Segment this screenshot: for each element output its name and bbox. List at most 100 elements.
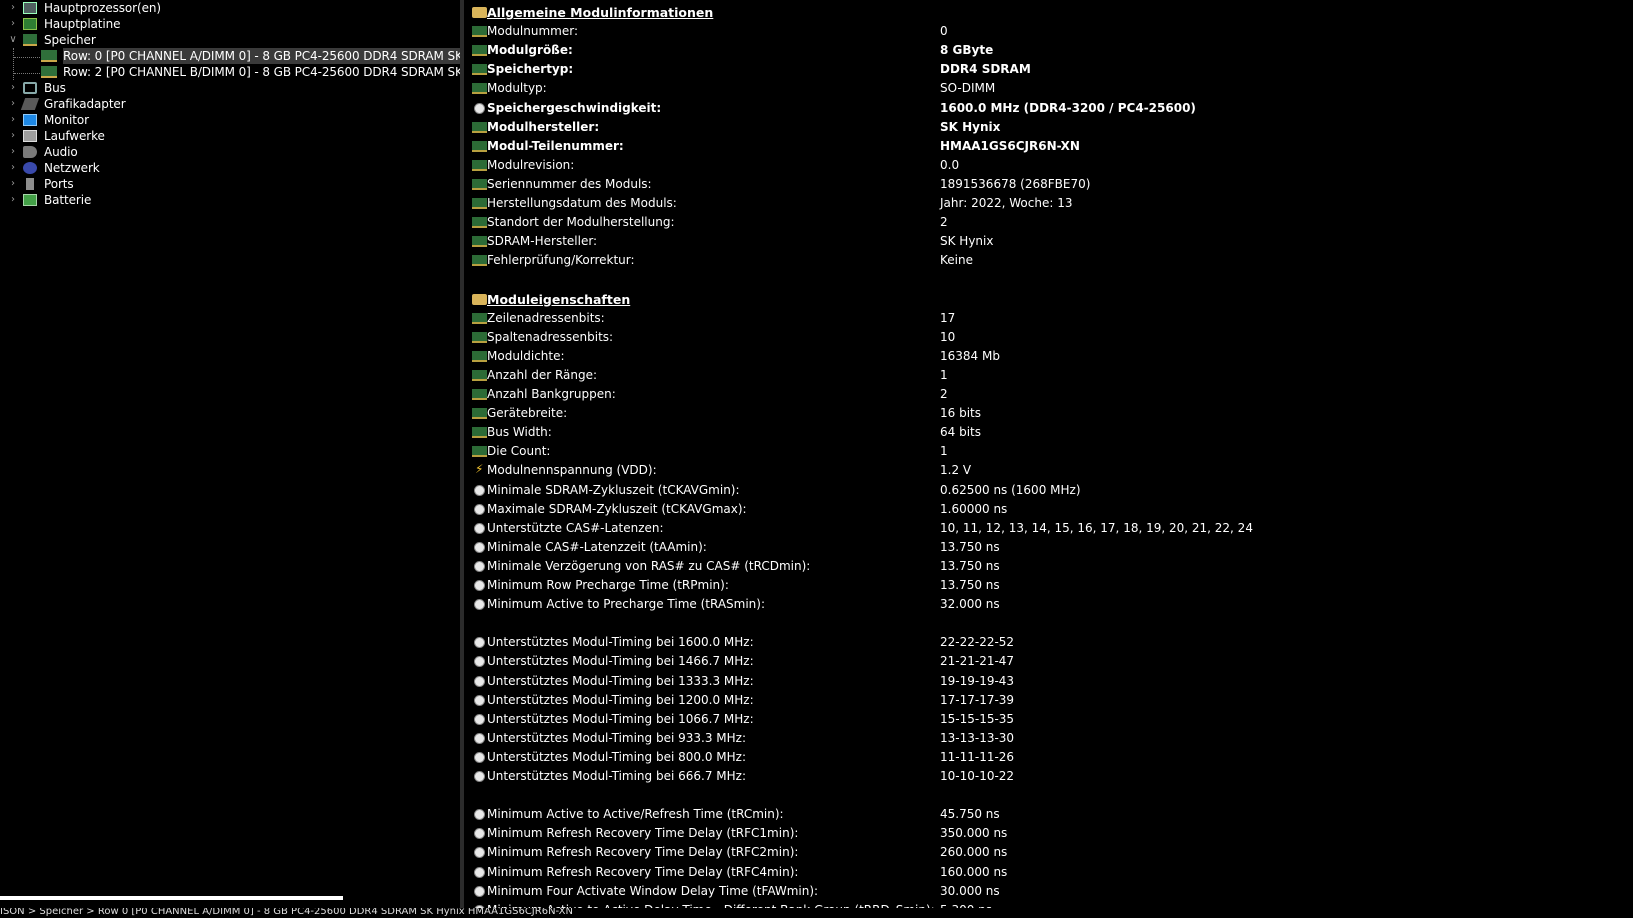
clock-icon [474, 504, 485, 515]
details-panel[interactable]: Allgemeine Modulinformationen Modulnummer… [464, 0, 1633, 908]
tree-item-label: Batterie [44, 193, 92, 207]
network-icon [23, 162, 37, 174]
property-field: Minimale SDRAM-Zykluszeit (tCKAVGmin): [487, 483, 740, 497]
ram-module-icon [472, 198, 487, 209]
ram-module-icon [472, 313, 487, 324]
property-field: Maximale SDRAM-Zykluszeit (tCKAVGmax): [487, 502, 747, 516]
chevron-right-icon[interactable]: › [8, 176, 18, 192]
property-value: 45.750 ns [940, 807, 1000, 821]
property-value: 1.60000 ns [940, 502, 1008, 516]
chevron-right-icon[interactable]: › [8, 112, 18, 128]
tree-horizontal-scrollbar[interactable] [0, 896, 343, 900]
property-field: Speichertyp: [487, 62, 574, 76]
tree-item-label: Hauptplatine [44, 17, 121, 31]
chevron-right-icon[interactable]: › [8, 192, 18, 208]
chevron-right-icon[interactable]: › [8, 96, 18, 112]
tree-item-label: Grafikadapter [44, 97, 126, 111]
ram-module-icon [472, 122, 487, 133]
memory-icon [23, 34, 37, 46]
property-field: Minimale CAS#-Latenzzeit (tAAmin): [487, 540, 707, 554]
clock-icon [474, 523, 485, 534]
property-value: 0.0 [940, 158, 960, 172]
chevron-right-icon[interactable]: › [8, 160, 18, 176]
property-field: Unterstütztes Modul-Timing bei 1466.7 MH… [487, 654, 754, 668]
property-value: 22-22-22-52 [940, 635, 1015, 649]
property-field: Minimum Four Activate Window Delay Time … [487, 884, 819, 898]
property-field: Modulhersteller: [487, 120, 600, 134]
property-field: Modulnummer: [487, 24, 578, 38]
property-field: Bus Width: [487, 425, 552, 439]
clock-icon [474, 103, 485, 114]
property-field: Standort der Modulherstellung: [487, 215, 675, 229]
ram-module-icon [472, 160, 487, 171]
ram-module-icon [472, 255, 487, 266]
property-value: 160.000 ns [940, 865, 1008, 879]
property-field: Unterstütztes Modul-Timing bei 1333.3 MH… [487, 674, 754, 688]
chevron-down-icon[interactable]: ∨ [8, 32, 18, 48]
property-value: 21-21-21-47 [940, 654, 1015, 668]
property-value: 16 bits [940, 406, 981, 420]
chevron-right-icon[interactable]: › [8, 16, 18, 32]
property-value: Jahr: 2022, Woche: 13 [940, 196, 1073, 210]
tree-item-label: Row: 0 [P0 CHANNEL A/DIMM 0] - 8 GB PC4-… [63, 48, 460, 64]
clock-icon [474, 676, 485, 687]
property-value: 350.000 ns [940, 826, 1008, 840]
property-value: 1891536678 (268FBE70) [940, 177, 1091, 191]
battery-icon [23, 194, 37, 206]
property-field: Minimum Row Precharge Time (tRPmin): [487, 578, 729, 592]
clock-icon [474, 847, 485, 858]
ram-module-icon [472, 45, 487, 56]
property-field: Anzahl der Ränge: [487, 368, 598, 382]
property-field: Herstellungsdatum des Moduls: [487, 196, 677, 210]
ram-module-icon [472, 236, 487, 247]
property-value: 2 [940, 387, 948, 401]
motherboard-icon [23, 18, 37, 30]
property-value: 0.62500 ns (1600 MHz) [940, 483, 1081, 497]
device-tree[interactable]: › Hauptprozessor(en) › Hauptplatine ∨ Speiche… [0, 0, 460, 895]
clock-icon [474, 809, 485, 820]
tree-item-label: Monitor [44, 113, 89, 127]
ram-module-icon [41, 50, 57, 62]
property-field: Unterstütztes Modul-Timing bei 1600.0 MH… [487, 635, 754, 649]
chevron-right-icon[interactable]: › [8, 144, 18, 160]
clock-icon [474, 752, 485, 763]
ram-module-icon [472, 64, 487, 75]
property-field: Modul-Teilenummer: [487, 139, 624, 153]
tree-item-label: Netzwerk [44, 161, 100, 175]
property-value: 1.2 V [940, 463, 972, 477]
chevron-right-icon[interactable]: › [8, 128, 18, 144]
property-value: 13.750 ns [940, 578, 1000, 592]
clock-icon [474, 733, 485, 744]
property-value: SO-DIMM [940, 81, 996, 95]
tree-item-label: Ports [44, 177, 74, 191]
property-value: 0 [940, 24, 948, 38]
lightning-icon: ⚡ [475, 462, 484, 476]
property-value: 15-15-15-35 [940, 712, 1015, 726]
tree-item-label: Laufwerke [44, 129, 105, 143]
property-field: Modulnennspannung (VDD): [487, 463, 657, 477]
property-value: 260.000 ns [940, 845, 1008, 859]
ram-module-icon [41, 66, 57, 78]
port-icon [26, 178, 34, 190]
chevron-right-icon[interactable]: › [8, 0, 18, 16]
property-field: Unterstützte CAS#-Latenzen: [487, 521, 664, 535]
property-value: 11-11-11-26 [940, 750, 1015, 764]
property-value: 1 [940, 368, 948, 382]
ram-module-icon [472, 446, 487, 457]
chevron-right-icon[interactable]: › [8, 80, 18, 96]
clock-icon [474, 886, 485, 897]
ram-module-icon [472, 427, 487, 438]
status-path: ISON > Speicher > Row 0 [P0 CHANNEL A/DI… [0, 908, 573, 917]
property-value: 32.000 ns [940, 597, 1000, 611]
property-field: Minimale Verzögerung von RAS# zu CAS# (t… [487, 559, 811, 573]
property-field: Minimum Active to Active Delay Time - Di… [487, 901, 935, 908]
property-field: Minimum Active to Precharge Time (tRASmi… [487, 597, 765, 611]
clock-icon [474, 771, 485, 782]
clock-icon [474, 695, 485, 706]
drive-icon [23, 130, 37, 142]
property-field: Minimum Refresh Recovery Time Delay (tRF… [487, 865, 799, 879]
property-field: Unterstütztes Modul-Timing bei 1200.0 MH… [487, 693, 754, 707]
property-field: SDRAM-Hersteller: [487, 234, 598, 248]
ram-module-icon [472, 83, 487, 94]
tree-item-label: Audio [44, 145, 78, 159]
